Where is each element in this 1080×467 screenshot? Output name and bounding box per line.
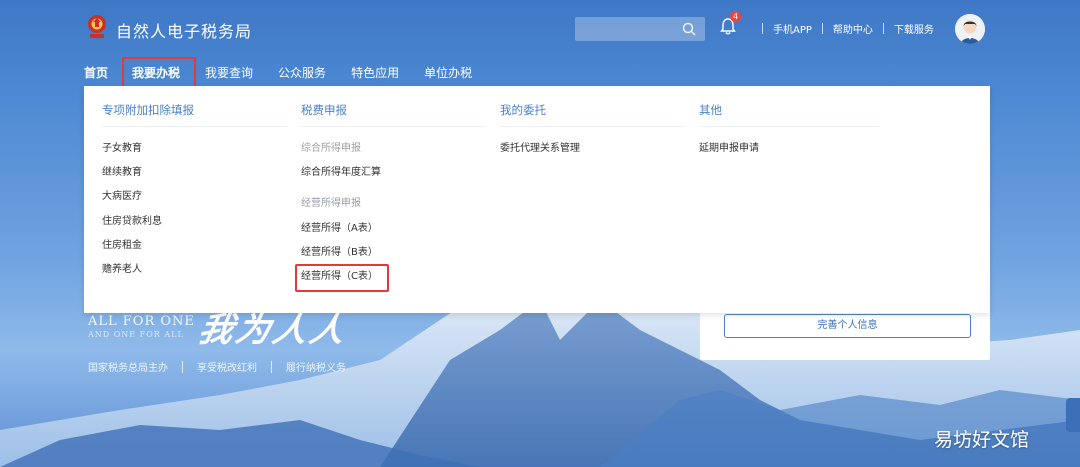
nav-featured-apps[interactable]: 特色应用 [351,64,399,81]
tax-handling-dropdown: 专项附加扣除填报 子女教育 继续教育 大病医疗 住房贷款利息 住房租金 赡养老人… [84,86,990,313]
watermark-text: 易坊好文馆 [934,429,1030,451]
hero-slogan-english: ALL FOR ONE [88,314,195,329]
divider [882,23,884,34]
divider [182,360,183,373]
main-nav: 首页 我要办税 我要查询 公众服务 特色应用 单位办税 [84,56,497,88]
user-info-card: 完善个人信息 [700,308,990,360]
nav-public-service[interactable]: 公众服务 [278,64,326,81]
menu-item-agency-management[interactable]: 委托代理关系管理 [500,142,685,166]
menu-item-business-income-a[interactable]: 经营所得（A表） [301,222,486,246]
site-title[interactable]: 自然人电子税务局 [116,18,252,42]
menu-item-mortgage-interest[interactable]: 住房贷款利息 [102,215,287,239]
download-service-link[interactable]: 下载服务 [894,21,934,36]
notification-count-badge: 4 [730,11,741,22]
divider [821,23,823,34]
search-input[interactable] [575,17,705,41]
menu-group-business-income: 经营所得申报 [301,198,361,210]
menu-item-deferred-declaration[interactable]: 延期申报申请 [699,142,879,166]
hero-tag: 国家税务总局主办 [88,363,168,374]
mobile-app-link[interactable]: 手机APP [773,21,812,36]
complete-profile-button[interactable]: 完善个人信息 [724,314,971,338]
hero-tag: 履行纳税义务 [286,363,346,374]
dropdown-column-my-delegation: 我的委托 委托代理关系管理 [500,86,685,166]
help-center-link[interactable]: 帮助中心 [833,21,873,36]
user-avatar[interactable] [955,14,985,44]
column-heading: 税费申报 [301,86,486,127]
divider [762,23,763,34]
column-heading: 专项附加扣除填报 [102,86,287,127]
menu-item-annual-settlement[interactable]: 综合所得年度汇算 [301,166,486,190]
search-icon[interactable] [681,21,697,37]
nav-query[interactable]: 我要查询 [205,64,253,81]
hero-tag: 享受税改红利 [197,363,257,374]
menu-item-serious-illness[interactable]: 大病医疗 [102,190,287,214]
menu-group-comprehensive-income: 综合所得申报 [301,143,361,154]
side-float-tab[interactable] [1066,398,1080,432]
menu-item-continuing-education[interactable]: 继续教育 [102,166,287,190]
top-links: 手机APP 帮助中心 下载服务 [752,21,934,36]
tax-emblem-logo[interactable] [84,13,110,41]
hero-slogan-english-sub: AND ONE FOR ALL [88,330,184,339]
menu-item-child-education[interactable]: 子女教育 [102,142,287,166]
divider [271,360,272,373]
nav-home[interactable]: 首页 [84,64,108,81]
menu-item-business-income-c[interactable]: 经营所得（C表） [295,263,486,294]
dropdown-column-tax-declaration: 税费申报 综合所得申报 综合所得年度汇算 经营所得申报 经营所得（A表） 经营所… [295,86,486,294]
menu-item-elderly-support[interactable]: 赡养老人 [102,263,287,287]
nav-enterprise-tax[interactable]: 单位办税 [424,64,472,81]
dropdown-column-other: 其他 延期申报申请 [699,86,879,166]
nav-tax-handling[interactable]: 我要办税 [122,56,197,88]
column-heading: 其他 [699,86,879,127]
column-heading: 我的委托 [500,86,685,127]
hero-tagline: 国家税务总局主办 享受税改红利 履行纳税义务 [88,359,346,374]
dropdown-column-special-deductions: 专项附加扣除填报 子女教育 继续教育 大病医疗 住房贷款利息 住房租金 赡养老人 [102,86,287,287]
top-header: 自然人电子税务局 4 手机APP 帮助中心 下载服务 首页 我要办税 我要查询 … [0,0,1080,90]
menu-item-housing-rent[interactable]: 住房租金 [102,239,287,263]
